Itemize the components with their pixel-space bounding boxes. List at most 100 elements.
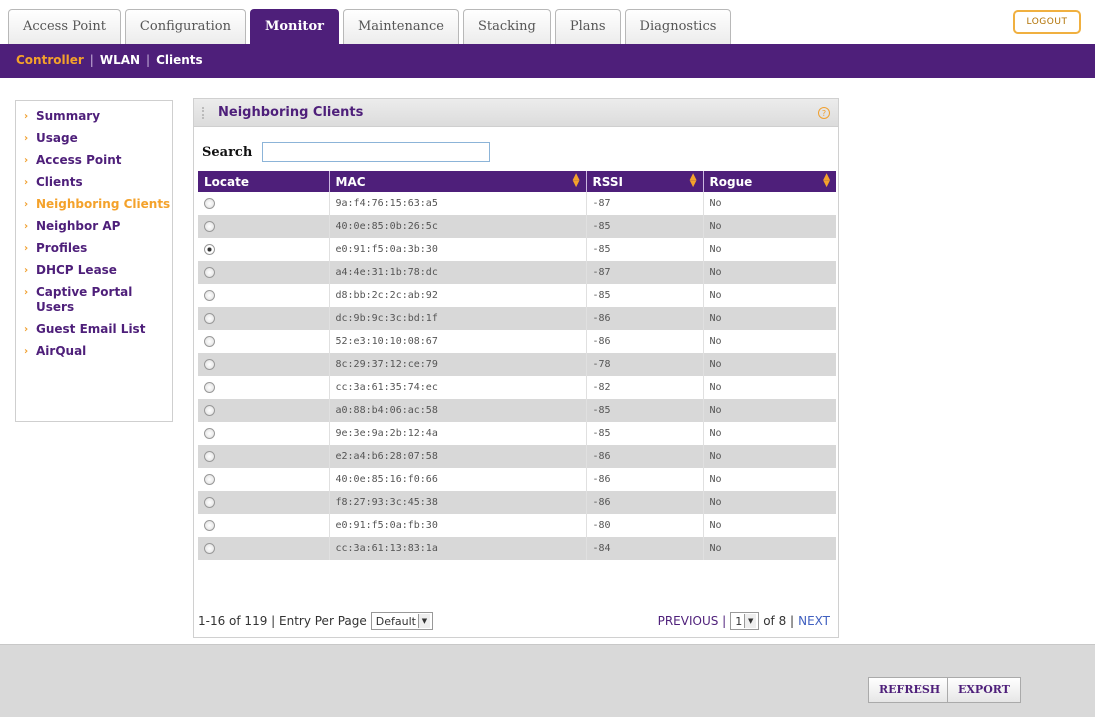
locate-cell bbox=[198, 353, 330, 376]
table-row[interactable]: e0:91:f5:0a:3b:30 -85 No bbox=[198, 238, 836, 261]
table-row[interactable]: cc:3a:61:35:74:ec -82 No bbox=[198, 376, 836, 399]
locate-cell bbox=[198, 422, 330, 445]
help-icon[interactable]: ? bbox=[818, 107, 830, 119]
subnav-wlan[interactable]: WLAN bbox=[100, 53, 140, 67]
locate-cell bbox=[198, 192, 330, 215]
locate-radio[interactable] bbox=[204, 197, 215, 209]
locate-radio[interactable] bbox=[204, 243, 215, 255]
sidebar-item-dhcp-lease[interactable]: › DHCP Lease bbox=[24, 263, 172, 278]
table-row[interactable]: 8c:29:37:12:ce:79 -78 No bbox=[198, 353, 836, 376]
column-header-mac[interactable]: MAC ▲ ▼ bbox=[329, 171, 587, 192]
locate-radio[interactable] bbox=[204, 266, 215, 278]
table-row[interactable]: 9e:3e:9a:2b:12:4a -85 No bbox=[198, 422, 836, 445]
export-button[interactable]: EXPORT bbox=[947, 677, 1021, 703]
sidebar-item-clients[interactable]: › Clients bbox=[24, 175, 172, 190]
table-row[interactable]: a0:88:b4:06:ac:58 -85 No bbox=[198, 399, 836, 422]
rssi-cell: -87 bbox=[586, 192, 704, 215]
sidebar: › Summary › Usage › Access Point › Clients › Neig… bbox=[15, 100, 173, 422]
locate-cell bbox=[198, 284, 330, 307]
tab-configuration[interactable]: Configuration bbox=[124, 9, 246, 44]
sidebar-item-access-point[interactable]: › Access Point bbox=[24, 153, 172, 168]
page-number-select[interactable]: 1 ▼ bbox=[730, 612, 760, 630]
rogue-cell: No bbox=[709, 474, 722, 485]
sort-icon[interactable]: ▲ ▼ bbox=[823, 173, 830, 189]
locate-radio[interactable] bbox=[204, 312, 215, 324]
chevron-down-icon: ▼ bbox=[744, 614, 757, 628]
locate-radio[interactable] bbox=[204, 542, 215, 554]
sidebar-item-captive-portal-users[interactable]: › Captive Portal Users bbox=[24, 285, 172, 315]
locate-radio[interactable] bbox=[204, 404, 215, 416]
rogue-cell: No bbox=[703, 215, 836, 238]
panel-header: Neighboring Clients bbox=[194, 99, 838, 127]
rssi-cell: -85 bbox=[586, 422, 704, 445]
sidebar-item-neighbor-ap[interactable]: › Neighbor AP bbox=[24, 219, 172, 234]
rssi-cell: -82 bbox=[586, 376, 704, 399]
subnav-controller[interactable]: Controller bbox=[16, 53, 84, 67]
sidebar-item-summary[interactable]: › Summary bbox=[24, 109, 172, 124]
search-input[interactable] bbox=[262, 142, 491, 162]
table-row[interactable]: d8:bb:2c:2c:ab:92 -85 No bbox=[198, 284, 836, 307]
locate-radio[interactable] bbox=[204, 427, 215, 439]
locate-cell bbox=[198, 215, 330, 238]
entries-per-page-select[interactable]: Default ▼ bbox=[370, 612, 433, 630]
table-row[interactable]: dc:9b:9c:3c:bd:1f -86 No bbox=[198, 307, 836, 330]
locate-radio[interactable] bbox=[204, 335, 215, 347]
locate-radio[interactable] bbox=[204, 450, 215, 462]
logout-button[interactable]: LOGOUT bbox=[1013, 10, 1081, 34]
sidebar-item-airqual[interactable]: › AirQual bbox=[24, 344, 172, 359]
sidebar-item-usage[interactable]: › Usage bbox=[24, 131, 172, 146]
sidebar-item-label: Access Point bbox=[36, 153, 122, 167]
sort-icon[interactable]: ▲ ▼ bbox=[573, 173, 580, 189]
locate-radio[interactable] bbox=[204, 519, 215, 531]
table-row[interactable]: 9a:f4:76:15:63:a5 -87 No bbox=[198, 192, 836, 215]
sidebar-item-label: Captive Portal Users bbox=[36, 285, 133, 314]
rssi-cell: -85 bbox=[586, 399, 704, 422]
tab-plans[interactable]: Plans bbox=[554, 9, 621, 44]
per-page-value: Default bbox=[375, 614, 416, 628]
chevron-right-icon: › bbox=[24, 199, 29, 210]
locate-radio[interactable] bbox=[204, 381, 215, 393]
rssi-cell: -85 bbox=[586, 284, 704, 307]
locate-radio[interactable] bbox=[204, 473, 215, 485]
locate-cell bbox=[198, 537, 330, 560]
mac-cell: dc:9b:9c:3c:bd:1f bbox=[329, 307, 587, 330]
rogue-cell: No bbox=[703, 491, 836, 514]
locate-radio[interactable] bbox=[204, 289, 215, 301]
table-row[interactable]: 40:0e:85:16:f0:66 -86 No bbox=[198, 468, 836, 491]
locate-radio[interactable] bbox=[204, 496, 215, 508]
refresh-button[interactable]: REFRESH bbox=[868, 677, 952, 703]
chevron-right-icon: › bbox=[24, 287, 29, 298]
tab-monitor[interactable]: Monitor bbox=[249, 9, 339, 44]
table-row[interactable]: 52:e3:10:10:08:67 -86 No bbox=[198, 330, 836, 353]
table-row[interactable]: e0:91:f5:0a:fb:30 -80 No bbox=[198, 514, 836, 537]
locate-radio[interactable] bbox=[204, 358, 215, 370]
sidebar-item-guest-email-list[interactable]: › Guest Email List bbox=[24, 322, 172, 337]
tab-stacking[interactable]: Stacking bbox=[462, 9, 551, 44]
table-row[interactable]: f8:27:93:3c:45:38 -86 No bbox=[198, 491, 836, 514]
table-row[interactable]: 40:0e:85:0b:26:5c -85 No bbox=[198, 215, 836, 238]
chevron-right-icon: › bbox=[24, 155, 29, 166]
mac-cell: cc:3a:61:13:83:1a bbox=[329, 537, 587, 560]
next-page-link[interactable]: NEXT bbox=[798, 614, 830, 628]
column-header-rogue[interactable]: Rogue ▲ ▼ bbox=[703, 171, 836, 192]
chevron-right-icon: › bbox=[24, 177, 29, 188]
locate-cell bbox=[198, 238, 330, 261]
table-row[interactable]: cc:3a:61:13:83:1a -84 No bbox=[198, 537, 836, 560]
previous-page-link[interactable]: PREVIOUS | bbox=[658, 614, 727, 628]
tab-access-point[interactable]: Access Point bbox=[8, 9, 121, 44]
tab-diagnostics[interactable]: Diagnostics bbox=[624, 9, 732, 44]
rssi-cell: -78 bbox=[586, 353, 704, 376]
page-navigation: PREVIOUS | 1 ▼ of 8 | NEXT bbox=[658, 612, 830, 630]
table-row[interactable]: a4:4e:31:1b:78:dc -87 No bbox=[198, 261, 836, 284]
sub-navigation: Controller | WLAN | Clients bbox=[0, 44, 1095, 78]
rogue-cell: No bbox=[703, 537, 836, 560]
column-header-rssi[interactable]: RSSI ▲ ▼ bbox=[586, 171, 704, 192]
sidebar-item-profiles[interactable]: › Profiles bbox=[24, 241, 172, 256]
subnav-clients[interactable]: Clients bbox=[156, 53, 203, 67]
sort-icon[interactable]: ▲ ▼ bbox=[690, 173, 697, 189]
locate-radio[interactable] bbox=[204, 220, 215, 232]
sidebar-item-neighboring-clients[interactable]: › Neighboring Clients bbox=[24, 197, 172, 212]
search-label: Search bbox=[202, 144, 253, 160]
tab-maintenance[interactable]: Maintenance bbox=[342, 9, 459, 44]
table-row[interactable]: e2:a4:b6:28:07:58 -86 No bbox=[198, 445, 836, 468]
